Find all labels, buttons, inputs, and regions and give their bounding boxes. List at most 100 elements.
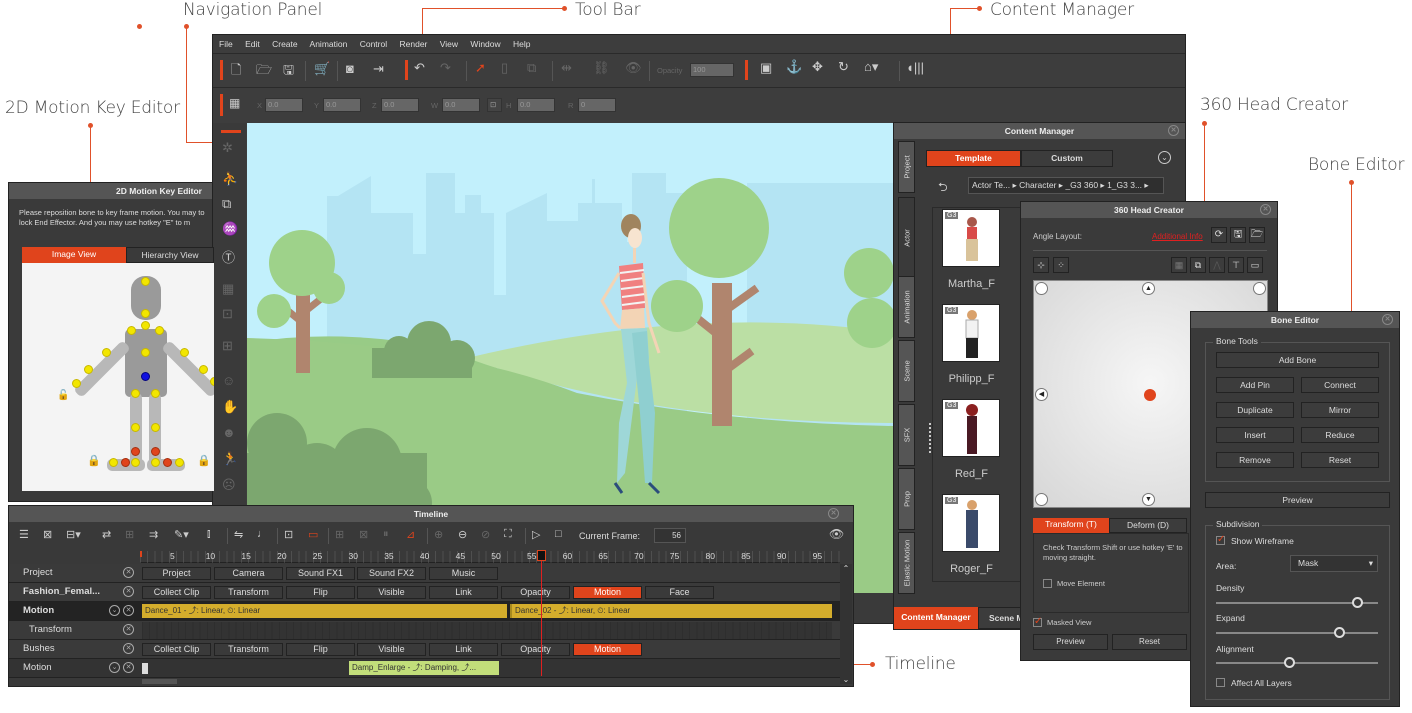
mirror-icon[interactable]: ⋀ [1209,257,1225,273]
fit-icon[interactable]: ⛶ [504,528,512,541]
close-track-icon[interactable]: ✕ [123,643,134,654]
track-button[interactable]: Flip [286,586,355,599]
connect-button[interactable]: Connect [1301,377,1379,393]
corner-handle[interactable] [1253,282,1266,295]
masked-view-checkbox[interactable] [1033,616,1042,627]
breadcrumb-item[interactable]: Character [1019,180,1056,190]
tab-deform[interactable]: Deform (D) [1109,518,1187,533]
track-button[interactable]: Opacity [501,643,570,656]
select-arrow-icon[interactable]: ➚ [475,60,486,76]
edit-icon[interactable]: ✎▾ [174,528,189,541]
zoom-out-icon[interactable]: ⊖ [458,528,467,541]
slider-knob[interactable] [1283,657,1295,668]
track-button[interactable]: Transform [214,586,283,599]
insert-button[interactable]: Insert [1216,427,1294,443]
z-input[interactable]: 0.0 [381,98,419,112]
dots-icon[interactable]: ⁘ [1053,257,1069,273]
side-tab-prop[interactable]: Prop [898,468,915,530]
menu-edit[interactable]: Edit [245,39,260,49]
clear-icon[interactable]: ⊿ [406,528,415,541]
arrow-up-icon[interactable]: ▲ [1142,282,1155,295]
reset-button[interactable]: Reset [1301,452,1379,468]
shop-icon[interactable]: 🛒 [314,61,330,77]
preview-button[interactable]: Preview [1205,492,1390,508]
add-key-icon[interactable]: ⊞ [335,528,344,541]
item-thumbnail-roger[interactable]: G3 [942,494,1000,552]
key-icon[interactable]: ⊠ [43,528,52,541]
track-button[interactable]: Collect Clip [142,586,211,599]
area-select[interactable]: Mask ▾ [1290,555,1378,572]
tab-custom[interactable]: Custom [1021,150,1113,167]
menu-file[interactable]: File [219,39,233,49]
menu-create[interactable]: Create [272,39,298,49]
tab-image-view[interactable]: Image View [22,247,126,263]
timeline-ruler[interactable]: 5 10 15 20 25 30 35 40 45 50 55 60 65 70 75 80 85 90 95 [140,551,840,563]
home-icon[interactable]: ⌂▾ [864,59,878,75]
track-button[interactable]: Opacity [501,586,570,599]
nav-puppet-icon[interactable]: ☻ [222,425,236,440]
nav-face-icon[interactable]: ☺ [222,373,235,388]
add-bone-button[interactable]: Add Bone [1216,352,1379,368]
nav-grid-icon[interactable]: ▦ [222,281,234,297]
clip-start-handle[interactable] [142,663,148,674]
nav-camera-icon[interactable]: ⊞ [222,338,233,354]
track-list-icon[interactable]: ☰ [19,528,29,541]
motion-clip[interactable]: Dance_01 - ⤴: Linear, ⏲: Linear [142,604,507,618]
track-button[interactable]: Flip [286,643,355,656]
track-button[interactable]: Visible [357,586,426,599]
preview-button[interactable]: Preview [1033,634,1108,650]
additional-info-link[interactable]: Additional Info [1152,232,1203,241]
new-file-icon[interactable]: 🗋 [231,61,241,83]
zoom-reset-icon[interactable]: ⊘ [481,528,490,541]
angle-point[interactable] [1144,389,1156,401]
stop-icon[interactable]: □ [555,528,562,540]
line-icon[interactable]: ⊤ [1228,257,1244,273]
insert-icon[interactable]: ⇉ [149,528,158,541]
eye-icon[interactable]: 👁 [625,60,642,76]
save-icon[interactable]: 🖫 [1230,227,1246,243]
tab-transform[interactable]: Transform (T) [1033,518,1109,533]
frame-icon[interactable]: ▭ [1247,257,1263,273]
add-icon[interactable]: ⊞ [125,528,134,541]
w-input[interactable]: 0.0 [442,98,480,112]
side-tab-sfx[interactable]: SFX [898,404,915,466]
music-icon[interactable]: ♩ [257,528,268,540]
current-frame-input[interactable]: 56 [654,528,686,543]
side-tab-animation[interactable]: Animation [898,276,915,338]
chevron-down-icon[interactable]: ⌄ [1158,151,1171,164]
grid-select-icon[interactable]: ▦ [229,96,240,110]
range-icon[interactable]: ▭ [308,528,318,541]
x-input[interactable]: 0.0 [265,98,303,112]
nav-scene-icon[interactable]: ✲ [222,140,233,156]
nav-run-icon[interactable]: 🏃 [222,451,238,467]
split-icon[interactable]: ⫾ [207,528,211,541]
close-track-icon[interactable]: ✕ [123,605,134,616]
expand-slider[interactable] [1216,627,1378,638]
save-icon[interactable]: 🖫 [283,61,294,83]
track-button-active[interactable]: Motion [573,586,642,599]
track-button[interactable]: Face [645,586,714,599]
track-button[interactable]: Collect Clip [142,643,211,656]
play-icon[interactable]: ▷ [532,528,540,541]
lock-icon[interactable]: 🔒 [197,454,211,467]
tab-hierarchy-view[interactable]: Hierarchy View [126,247,214,263]
copy-icon[interactable]: ⧉ [1190,257,1206,273]
grid-icon[interactable]: ▦ [1171,257,1187,273]
breadcrumb-item[interactable]: 1_G3 3... [1107,180,1142,190]
close-icon[interactable]: ✕ [828,508,839,519]
pause-icon[interactable]: ⏸ [383,528,389,541]
menu-window[interactable]: Window [470,39,500,49]
expand-track-icon[interactable]: ⌄ [109,605,120,616]
zoom-in-icon[interactable]: ⊕ [434,528,443,541]
reduce-button[interactable]: Reduce [1301,427,1379,443]
slider-knob[interactable] [1351,597,1363,608]
menu-help[interactable]: Help [513,39,530,49]
nav-actor-icon[interactable]: ⛹ [222,171,238,187]
nav-layers-icon[interactable]: ⧉ [222,196,231,212]
track-button[interactable]: Music [429,567,498,580]
side-tab-actor[interactable]: Actor [898,197,915,279]
layer-icon[interactable]: ▯ [501,60,508,76]
close-icon[interactable]: ✕ [1382,314,1393,325]
open-folder-icon[interactable]: 🗁 [1249,227,1265,243]
track-button[interactable]: Visible [357,643,426,656]
